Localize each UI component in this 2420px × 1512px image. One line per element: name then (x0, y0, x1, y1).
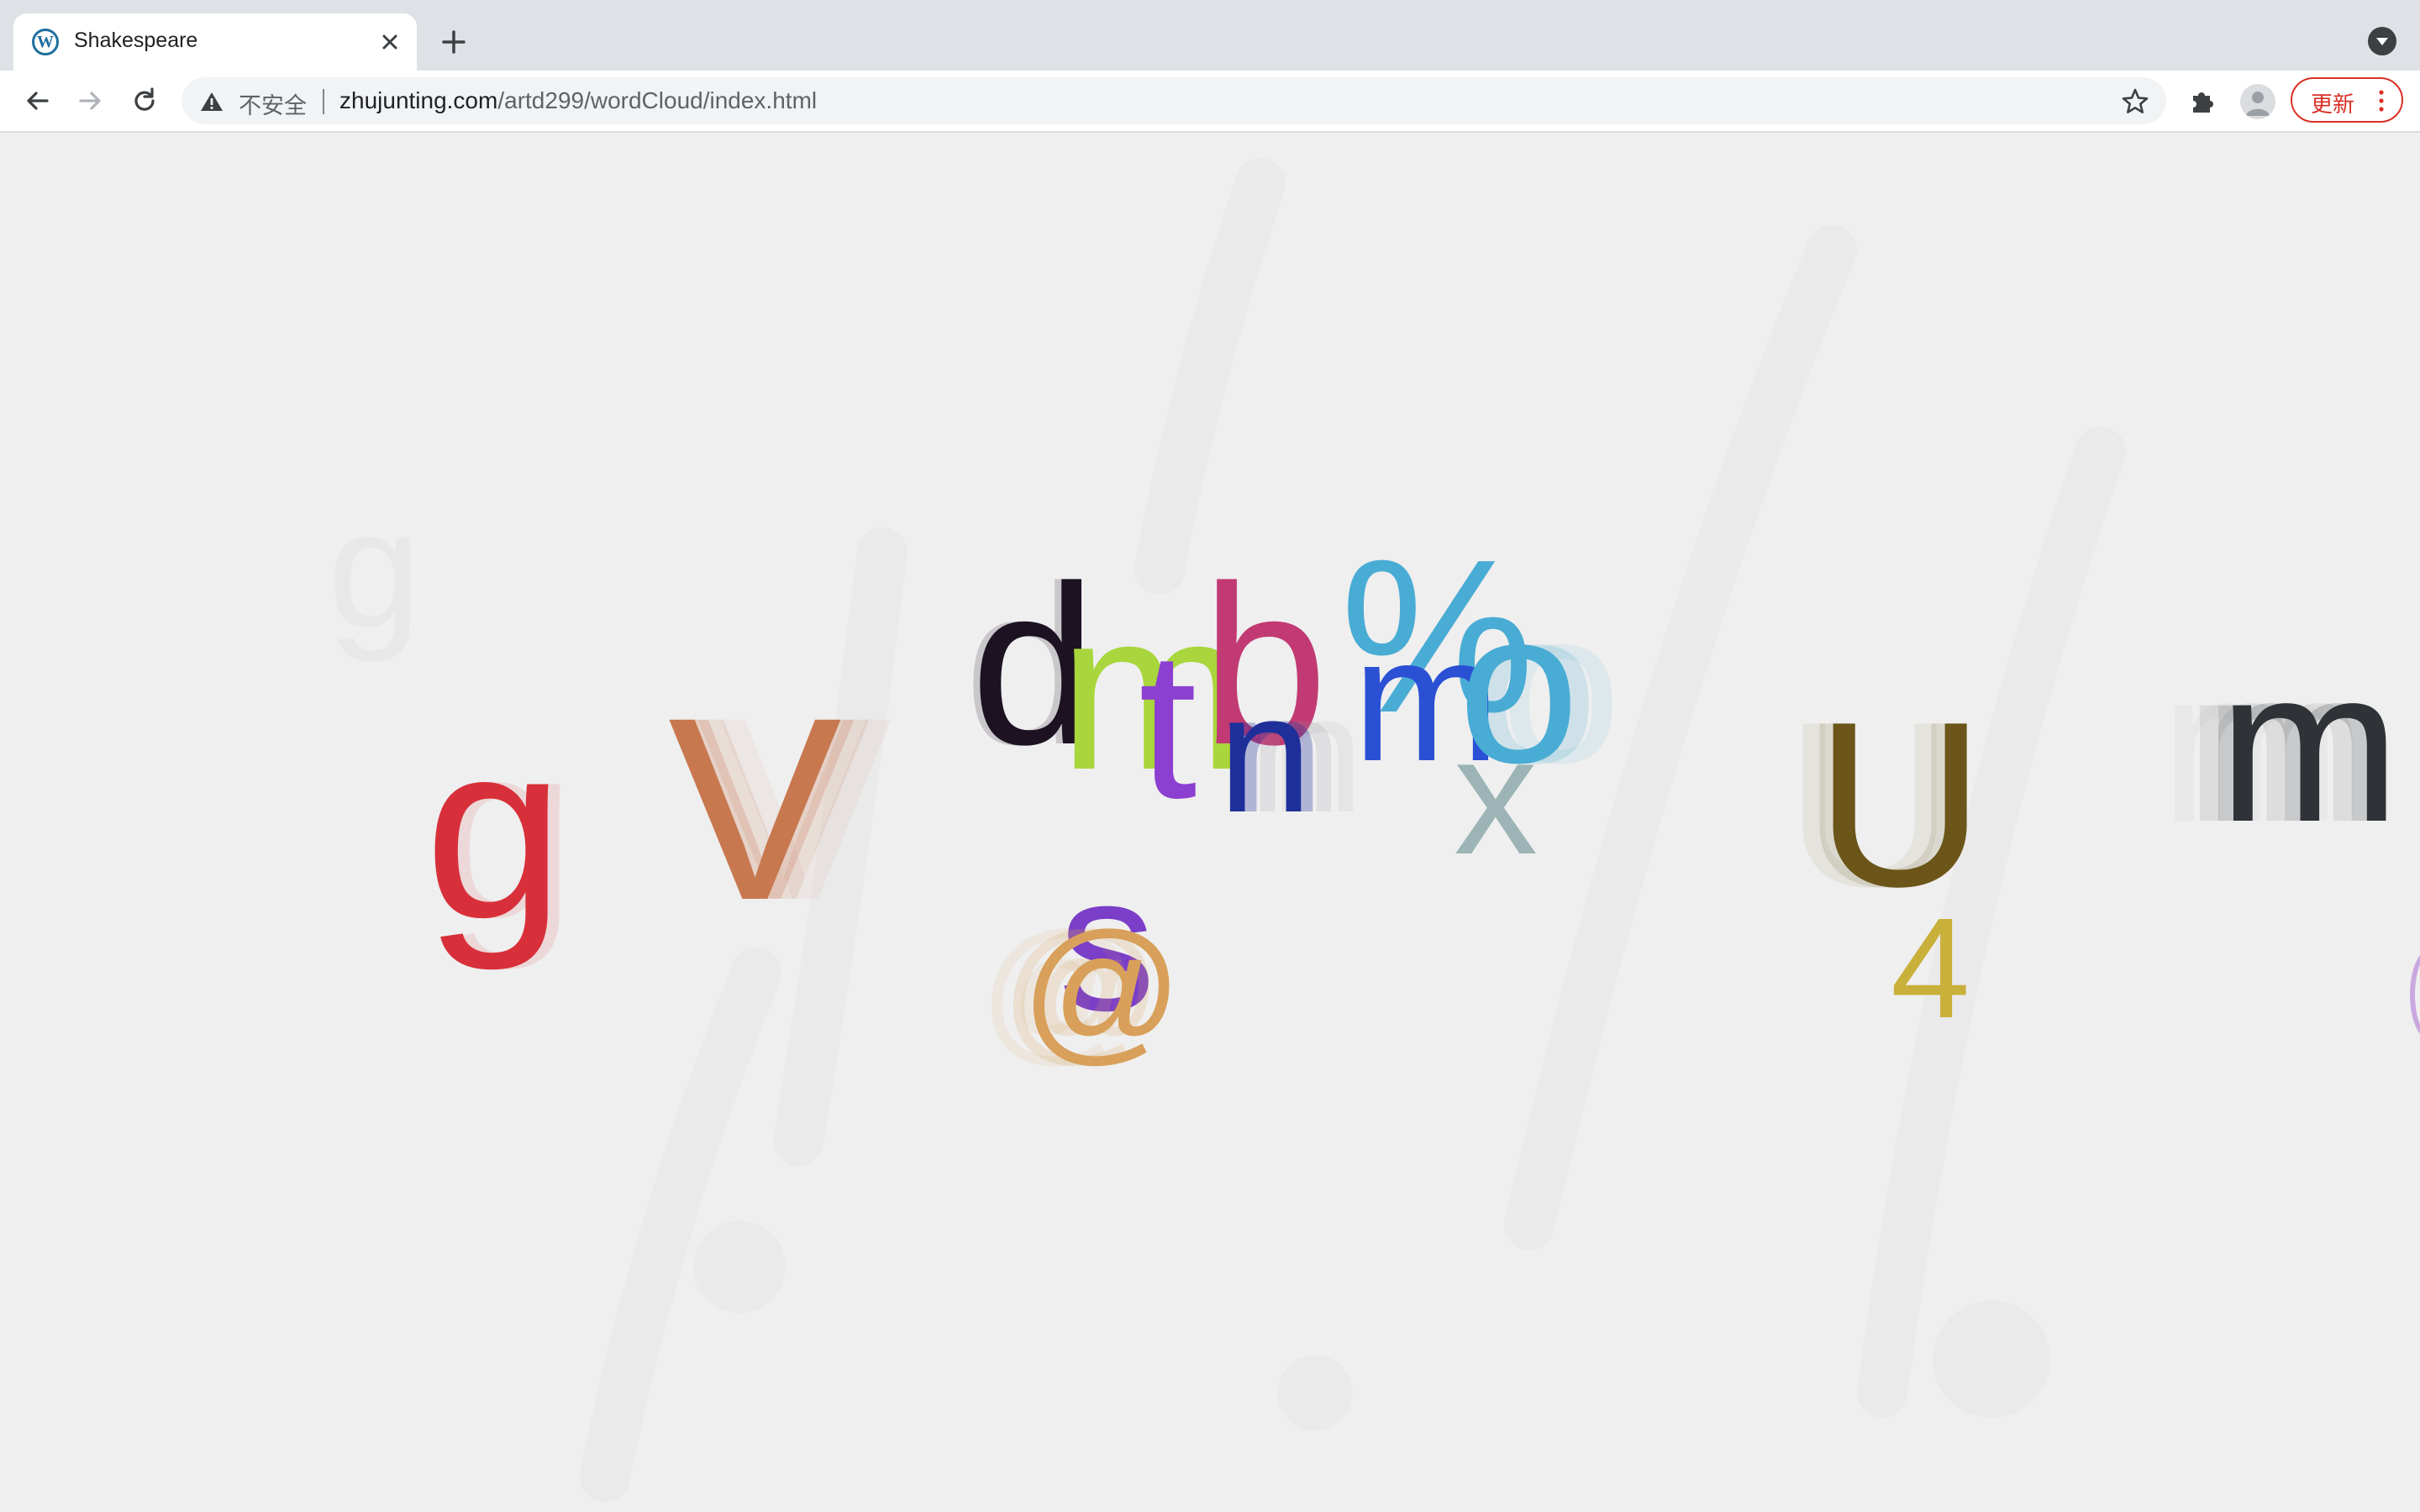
security-label[interactable]: 不安全 (239, 87, 307, 120)
url-host: zhujunting.com (339, 87, 498, 113)
letter-4[interactable]: 4 (1891, 897, 1970, 1040)
letter-m-dark[interactable]: m (2218, 637, 2401, 855)
browser-toolbar: 不安全 zhujunting.com/artd299/wordCloud/ind… (0, 71, 2420, 133)
letter-n[interactable]: n (1218, 670, 1312, 838)
wordpress-icon: W (32, 29, 59, 55)
tab-shakespeare[interactable]: W Shakespeare (13, 13, 417, 71)
letter-g-faint: g (328, 475, 422, 663)
update-button-label: 更新 (2311, 92, 2355, 117)
tab-search-icon[interactable] (2368, 27, 2396, 55)
profile-avatar-icon[interactable] (2240, 84, 2275, 119)
reload-icon[interactable] (128, 84, 161, 118)
extensions-icon[interactable] (2188, 86, 2218, 116)
update-button[interactable]: 更新 (2291, 77, 2403, 123)
new-tab-icon[interactable] (437, 25, 471, 59)
url-path: /artd299/wordCloud/index.html (497, 87, 818, 113)
address-bar[interactable]: 不安全 zhujunting.com/artd299/wordCloud/ind… (182, 77, 2166, 124)
bookmark-star-icon[interactable] (2121, 87, 2149, 116)
warning-icon[interactable] (200, 91, 224, 113)
url-text[interactable]: zhujunting.com/artd299/wordCloud/index.h… (339, 87, 817, 114)
letter-v[interactable]: V (668, 679, 842, 939)
forward-icon[interactable] (74, 84, 108, 118)
more-menu-icon[interactable] (2376, 89, 2386, 113)
letter-u[interactable]: U (1815, 687, 1985, 922)
word-cloud-canvas[interactable]: g g V d m b t n % m o x s @ U 4 m (0, 133, 2420, 1512)
tab-title: Shakespeare (74, 29, 198, 52)
close-tab-icon[interactable] (375, 27, 405, 57)
back-icon[interactable] (20, 84, 54, 118)
letter-at[interactable]: @ (1021, 910, 1183, 1069)
letter-g[interactable]: g (424, 704, 565, 956)
background-ghost-trails (580, 158, 2126, 1502)
letter-x[interactable]: x (1454, 712, 1538, 880)
letter-t[interactable]: t (1139, 620, 1197, 830)
tab-strip: W Shakespeare (0, 0, 2420, 71)
omnibox-divider (323, 89, 324, 114)
